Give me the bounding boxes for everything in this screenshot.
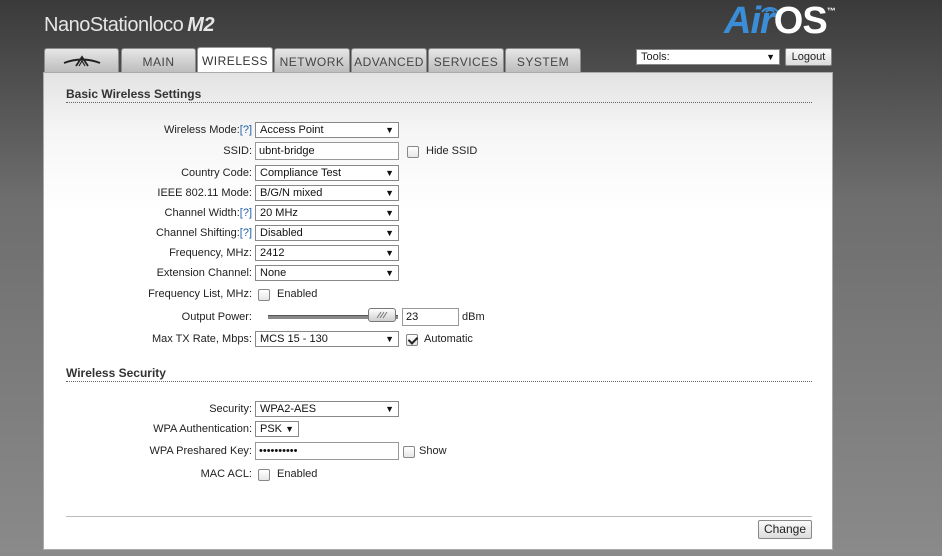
tab-advanced[interactable]: ADVANCED: [351, 48, 427, 72]
ubiquiti-logo-icon: [63, 55, 100, 67]
model-suffix: M2: [187, 14, 215, 36]
chevron-down-icon: ▼: [385, 188, 394, 198]
channel-shifting-label-text: Channel Shifting:: [155, 227, 240, 239]
psk-input[interactable]: ••••••••••: [255, 442, 399, 460]
extension-channel-label: Extension Channel:: [156, 267, 252, 279]
logout-button[interactable]: Logout: [785, 48, 832, 66]
wpa-auth-value: PSK: [260, 423, 283, 435]
frequency-label: Frequency, MHz:: [169, 247, 252, 259]
basic-wireless-title: Basic Wireless Settings: [66, 87, 202, 101]
security-value: WPA2-AES: [260, 403, 317, 415]
tab-wireless[interactable]: WIRELESS: [197, 47, 273, 73]
security-label: Security:: [209, 403, 252, 415]
frequency-list-label: Frequency List, MHz:: [148, 288, 252, 300]
chevron-down-icon: ▼: [385, 125, 394, 135]
channel-shifting-label: Channel Shifting:[?]: [156, 227, 252, 239]
output-power-input[interactable]: 23: [402, 308, 459, 326]
chevron-down-icon: ▼: [385, 228, 394, 238]
ssid-input[interactable]: ubnt-bridge: [255, 142, 399, 160]
show-psk-label: Show: [419, 445, 447, 457]
mac-acl-label: MAC ACL:: [200, 468, 252, 480]
wireless-security-title: Wireless Security: [66, 366, 166, 380]
tab-main[interactable]: MAIN: [121, 48, 196, 72]
model-sub: loco: [148, 14, 184, 36]
brand-tm: ™: [826, 6, 836, 16]
output-power-slider-handle[interactable]: [368, 308, 396, 322]
frequency-value: 2412: [260, 247, 285, 259]
hide-ssid-checkbox[interactable]: [407, 146, 419, 158]
channel-shifting-help-link[interactable]: [?]: [240, 227, 252, 239]
model-name: NanoStation: [44, 14, 149, 36]
frequency-select[interactable]: 2412 ▼: [255, 245, 399, 261]
frequency-list-enabled-label: Enabled: [277, 288, 318, 300]
psk-label: WPA Preshared Key:: [149, 445, 252, 457]
tab-network[interactable]: NETWORK: [274, 48, 350, 72]
channel-width-select[interactable]: 20 MHz ▼: [255, 205, 399, 221]
ssid-label: SSID:: [223, 145, 252, 157]
product-model-logo: NanoStationloco M2: [44, 14, 215, 37]
brand-os: OS: [773, 0, 828, 42]
automatic-label: Automatic: [424, 333, 473, 345]
wireless-mode-help-link[interactable]: [?]: [240, 124, 252, 136]
tab-services[interactable]: SERVICES: [428, 48, 504, 72]
channel-shifting-select[interactable]: Disabled ▼: [255, 225, 399, 241]
max-tx-rate-value: MCS 15 - 130: [260, 333, 328, 345]
settings-panel: Basic Wireless Settings Wireless Mode:[?…: [43, 72, 833, 550]
mac-acl-enabled-label: Enabled: [277, 468, 318, 480]
channel-width-label: Channel Width:[?]: [165, 207, 252, 219]
chevron-down-icon: ▼: [385, 268, 394, 278]
max-tx-rate-label: Max TX Rate, Mbps:: [151, 333, 252, 345]
wireless-mode-value: Access Point: [260, 124, 324, 136]
chevron-down-icon: ▼: [385, 208, 394, 218]
ieee-mode-label: IEEE 802.11 Mode:: [157, 187, 252, 199]
channel-width-value: 20 MHz: [260, 207, 298, 219]
channel-shifting-value: Disabled: [260, 227, 303, 239]
extension-channel-select[interactable]: None ▼: [255, 265, 399, 281]
footer-divider: [66, 516, 812, 517]
output-power-unit: dBm: [462, 311, 485, 323]
change-button[interactable]: Change: [758, 520, 812, 539]
output-power-label: Output Power:: [181, 311, 252, 323]
grip-icon: [376, 311, 388, 319]
wireless-mode-label-text: Wireless Mode:: [163, 124, 240, 136]
country-code-label: Country Code:: [181, 167, 252, 179]
automatic-checkbox[interactable]: [406, 334, 418, 346]
max-tx-rate-select[interactable]: MCS 15 - 130 ▼: [255, 331, 399, 347]
mac-acl-checkbox[interactable]: [258, 469, 270, 481]
tools-value: Tools:: [641, 51, 670, 63]
chevron-down-icon: ▼: [285, 424, 294, 434]
hide-ssid-label: Hide SSID: [426, 145, 478, 157]
ieee-mode-value: B/G/N mixed: [260, 187, 323, 199]
show-psk-checkbox[interactable]: [403, 446, 415, 458]
extension-channel-value: None: [260, 267, 287, 279]
tab-home-logo[interactable]: [44, 48, 119, 72]
channel-width-label-text: Channel Width:: [164, 207, 240, 219]
section-divider: [66, 102, 812, 103]
wireless-mode-select[interactable]: Access Point ▼: [255, 122, 399, 138]
airos-brand-logo: AirOS™: [724, 0, 836, 43]
tab-system[interactable]: SYSTEM: [505, 48, 581, 72]
wpa-auth-select[interactable]: PSK ▼: [255, 421, 299, 437]
country-code-select[interactable]: Compliance Test ▼: [255, 165, 399, 181]
chevron-down-icon: ▼: [385, 404, 394, 414]
ieee-mode-select[interactable]: B/G/N mixed ▼: [255, 185, 399, 201]
brand-air: Air: [724, 0, 775, 42]
section-divider: [66, 381, 812, 382]
chevron-down-icon: ▼: [766, 52, 775, 62]
channel-width-help-link[interactable]: [?]: [240, 207, 252, 219]
tools-dropdown[interactable]: Tools: ▼: [636, 49, 780, 65]
frequency-list-checkbox[interactable]: [258, 289, 270, 301]
country-code-value: Compliance Test: [260, 167, 342, 179]
security-select[interactable]: WPA2-AES ▼: [255, 401, 399, 417]
chevron-down-icon: ▼: [385, 168, 394, 178]
chevron-down-icon: ▼: [385, 334, 394, 344]
wpa-auth-label: WPA Authentication:: [153, 423, 252, 435]
chevron-down-icon: ▼: [385, 248, 394, 258]
wireless-mode-label: Wireless Mode:[?]: [164, 124, 252, 136]
